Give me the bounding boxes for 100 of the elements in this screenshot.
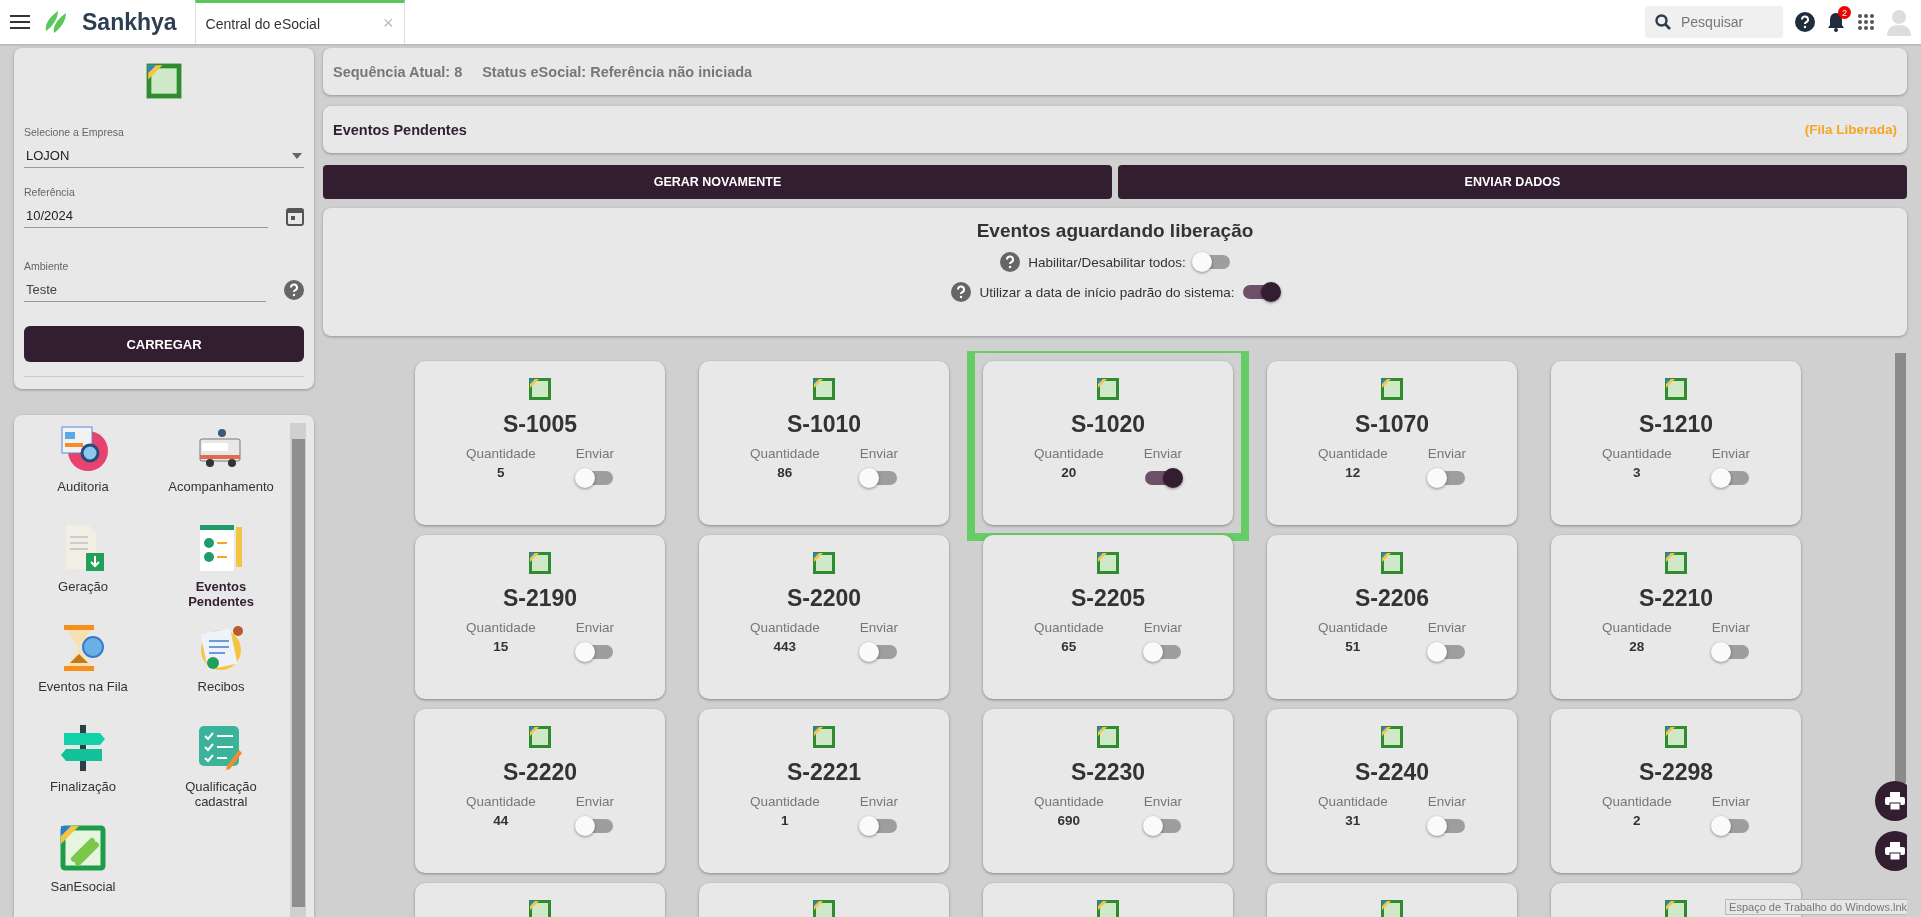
event-card[interactable]: S-1020 Quantidade 20 Enviar <box>983 361 1233 525</box>
event-card[interactable]: S-2221 Quantidade 1 Enviar <box>699 709 949 873</box>
quantity-value: 51 <box>1345 639 1361 654</box>
bell-icon[interactable] <box>1827 12 1845 32</box>
print-button[interactable] <box>1875 831 1907 871</box>
tooltip: Espaço de Trabalho do Windows.lnk <box>1725 899 1907 915</box>
toggle-switch[interactable] <box>1712 645 1749 659</box>
help-icon[interactable] <box>1795 12 1815 32</box>
toggle-switch[interactable] <box>1428 819 1465 833</box>
toggle-switch[interactable] <box>1428 471 1465 485</box>
toggle-label: Habilitar/Desabilitar todos: <box>1028 254 1186 270</box>
quantity-label: Quantidade <box>465 794 536 809</box>
signpost-icon <box>58 723 108 773</box>
action-button[interactable]: GERAR NOVAMENTE <box>323 165 1112 199</box>
quantity-value: 1 <box>781 813 789 828</box>
event-card[interactable]: S-2220 Quantidade 44 Enviar <box>415 709 665 873</box>
toggle-switch[interactable] <box>1144 645 1181 659</box>
toggle-switch[interactable] <box>860 471 897 485</box>
load-button[interactable]: CARREGAR <box>24 326 304 362</box>
quantity-label: Quantidade <box>1317 446 1388 461</box>
toggle-switch[interactable] <box>1144 471 1181 485</box>
nav-item[interactable]: Eventos na Fila <box>28 679 138 694</box>
event-card[interactable]: S-2240 Quantidade 31 Enviar <box>1267 709 1517 873</box>
apps-grid-icon[interactable] <box>1857 13 1875 31</box>
nav-item[interactable]: Finalização <box>28 779 138 794</box>
event-card[interactable]: S-2200 Quantidade 443 Enviar <box>699 535 949 699</box>
event-card[interactable]: S-1010 Quantidade 86 Enviar <box>699 361 949 525</box>
action-button[interactable]: ENVIAR DADOS <box>1118 165 1907 199</box>
event-card[interactable]: S-2190 Quantidade 15 Enviar <box>415 535 665 699</box>
company-select[interactable]: LOJON <box>24 144 304 168</box>
nav-item[interactable]: Eventos Pendentes <box>166 579 276 609</box>
toggle-switch[interactable] <box>576 819 613 833</box>
reference-date-field[interactable]: 10/2024 <box>24 204 268 228</box>
quantity-label: Quantidade <box>749 794 820 809</box>
quantity-value: 443 <box>773 639 797 654</box>
document-icon <box>812 725 836 749</box>
quantity-value: 20 <box>1061 465 1077 480</box>
toggle-label: Utilizar a data de início padrão do sistema: <box>979 284 1235 300</box>
event-code: S-2221 <box>786 759 862 786</box>
field-label: Referência <box>24 186 75 198</box>
nav-item[interactable]: Geração <box>28 579 138 594</box>
quantity-label: Quantidade <box>1601 794 1672 809</box>
document-icon <box>1096 725 1120 749</box>
send-label: Enviar <box>859 794 899 809</box>
queue-status: (Fila Liberada) <box>1804 122 1897 137</box>
event-card[interactable]: S-1005 Quantidade 5 Enviar <box>415 361 665 525</box>
quantity-label: Quantidade <box>465 446 536 461</box>
toggle-switch[interactable] <box>860 645 897 659</box>
quantity-label: Quantidade <box>1317 794 1388 809</box>
event-card[interactable]: S-2205 Quantidade 65 Enviar <box>983 535 1233 699</box>
magnifier-report-icon <box>58 423 108 473</box>
toggle-switch[interactable] <box>1428 645 1465 659</box>
quantity-value: 44 <box>493 813 509 828</box>
quantity-label: Quantidade <box>1317 620 1388 635</box>
quantity-value: 2 <box>1633 813 1641 828</box>
document-icon <box>1664 377 1688 401</box>
send-label: Enviar <box>1143 446 1183 461</box>
nav-item[interactable]: SanEsocial <box>28 879 138 894</box>
quantity-label: Quantidade <box>1601 446 1672 461</box>
event-card[interactable]: S-2298 Quantidade 2 Enviar <box>1551 709 1801 873</box>
event-card[interactable]: S-2230 Quantidade 690 Enviar <box>983 709 1233 873</box>
app-tab[interactable]: Central do eSocial × <box>194 0 405 44</box>
scrollbar[interactable] <box>290 423 306 917</box>
nav-item[interactable]: Recibos <box>166 679 276 694</box>
toggle-switch[interactable] <box>576 471 613 485</box>
quantity-value: 31 <box>1345 813 1361 828</box>
toggle-switch[interactable] <box>1712 819 1749 833</box>
document-icon <box>812 377 836 401</box>
event-card[interactable]: S-2210 Quantidade 28 Enviar <box>1551 535 1801 699</box>
toggle-switch[interactable] <box>1712 471 1749 485</box>
send-label: Enviar <box>575 446 615 461</box>
nav-item[interactable]: Auditoria <box>28 479 138 494</box>
menu-icon[interactable] <box>10 14 30 30</box>
quantity-label: Quantidade <box>749 446 820 461</box>
nav-item[interactable]: Qualificação cadastral <box>166 779 276 809</box>
environment-field[interactable]: Teste <box>24 278 266 302</box>
sequence-text: Sequência Atual: 8 <box>333 63 463 80</box>
document-icon <box>1380 725 1404 749</box>
notification-badge: 2 <box>1838 6 1851 19</box>
scrollbar[interactable] <box>1894 353 1906 783</box>
event-card[interactable]: S-1210 Quantidade 3 Enviar <box>1551 361 1801 525</box>
calendar-icon[interactable] <box>286 206 304 226</box>
search-input[interactable]: Pesquisar <box>1679 13 1769 31</box>
quantity-label: Quantidade <box>1601 620 1672 635</box>
toggle-switch[interactable] <box>576 645 613 659</box>
document-icon <box>1380 551 1404 575</box>
toggle-switch[interactable] <box>860 819 897 833</box>
toggle-switch[interactable] <box>1144 819 1181 833</box>
toggle-switch[interactable] <box>1242 285 1279 299</box>
toggle-switch[interactable] <box>1193 255 1230 269</box>
print-button[interactable] <box>1875 781 1907 821</box>
nav-item[interactable]: Acompanhamento <box>166 479 276 494</box>
event-code: S-1070 <box>1354 411 1430 438</box>
quantity-label: Quantidade <box>1033 794 1104 809</box>
event-card[interactable]: S-1070 Quantidade 12 Enviar <box>1267 361 1517 525</box>
search-field[interactable]: Pesquisar <box>1645 6 1783 38</box>
brand-name: Sankhya <box>82 8 177 36</box>
document-icon <box>1664 725 1688 749</box>
event-card[interactable]: S-2206 Quantidade 51 Enviar <box>1267 535 1517 699</box>
send-label: Enviar <box>1711 620 1751 635</box>
